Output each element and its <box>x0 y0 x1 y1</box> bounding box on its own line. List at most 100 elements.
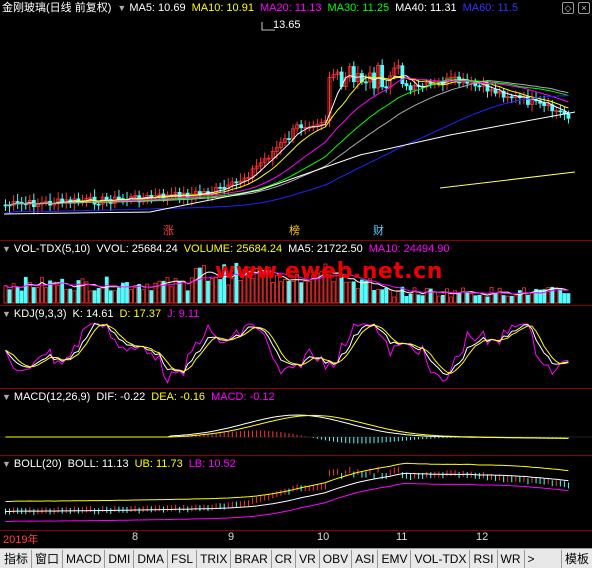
volume-bar <box>388 289 393 304</box>
volume-bar <box>485 296 490 304</box>
volume-bar <box>36 287 40 304</box>
volume-bar <box>331 281 336 304</box>
candle-body <box>380 64 385 88</box>
volume-bar <box>566 293 571 304</box>
volume-bar <box>501 295 506 304</box>
tab-wr[interactable]: WR <box>498 549 525 568</box>
volume-bar <box>104 276 109 304</box>
candle-body <box>299 124 304 129</box>
candle-body <box>364 81 368 84</box>
volume-legend: ▼ VOL-TDX(5,10) VVOL: 25684.24 VOLUME: 2… <box>2 241 456 257</box>
price-panel[interactable]: 金刚玻璃(日线 前复权) ▼ MA5: 10.69 MA10: 10.91 MA… <box>0 0 592 240</box>
candle-body <box>197 191 202 195</box>
volume-bar <box>177 281 182 304</box>
volume-bar <box>307 281 312 304</box>
tab-macd[interactable]: MACD <box>63 549 106 568</box>
volume-bar <box>550 286 555 304</box>
volume-bar <box>449 296 453 304</box>
kdj-k-line <box>5 322 569 376</box>
boll-legend: ▼ BOLL(20) BOLL: 11.13 UB: 11.73 LB: 10.… <box>2 456 242 472</box>
candle-body <box>566 113 571 119</box>
volume-bar <box>412 287 417 304</box>
volume-bar <box>157 280 162 304</box>
tab-vr[interactable]: VR <box>296 549 320 568</box>
volume-bar <box>517 290 522 304</box>
tab-vol-tdx[interactable]: VOL-TDX <box>411 549 471 568</box>
boll-panel[interactable]: ▼ BOLL(20) BOLL: 11.13 UB: 11.73 LB: 10.… <box>0 456 592 530</box>
candle-body <box>104 196 109 200</box>
ma30-label: MA30: 11.25 <box>327 2 390 14</box>
tab-asi[interactable]: ASI <box>352 549 379 568</box>
restore-icon[interactable]: ◇ <box>562 2 574 14</box>
tag-bang[interactable]: 榜 <box>289 222 300 238</box>
volume-bar <box>404 296 409 304</box>
chevron-down-icon[interactable]: ▼ <box>117 0 126 16</box>
volume-bar <box>206 280 210 304</box>
vvol-label: VVOL: 25684.24 <box>96 243 178 255</box>
tab-dma[interactable]: DMA <box>134 549 169 568</box>
tab-window[interactable]: 窗口 <box>32 549 64 568</box>
volume-bar <box>461 287 466 304</box>
chevron-down-icon[interactable]: ▼ <box>2 241 11 257</box>
ma-extra-line <box>439 171 576 189</box>
candle-body <box>218 187 223 189</box>
boll-lb-line <box>5 482 569 522</box>
tab-trix[interactable]: TRIX <box>197 549 232 568</box>
tab-brar[interactable]: BRAR <box>231 549 272 568</box>
axis-label-sep: 9 <box>228 531 235 543</box>
macd-panel[interactable]: ▼ MACD(12,26,9) DIF: -0.22 DEA: -0.16 MA… <box>0 389 592 455</box>
volume-bar <box>108 290 113 304</box>
tab-indicator[interactable]: 指标 <box>0 549 33 568</box>
volume-panel[interactable]: ▼ VOL-TDX(5,10) VVOL: 25684.24 VOLUME: 2… <box>0 241 592 305</box>
tab-fsl[interactable]: FSL <box>168 549 198 568</box>
volume-bar <box>149 290 154 304</box>
vol-ma5-label: MA5: 21722.50 <box>288 243 363 255</box>
tab-cr[interactable]: CR <box>272 549 297 568</box>
volume-bar <box>343 281 348 304</box>
chevron-down-icon[interactable]: ▼ <box>2 456 11 472</box>
tab-scroll-right-button[interactable]: > <box>525 550 538 568</box>
volume-bar <box>64 289 69 304</box>
close-icon[interactable]: × <box>578 2 590 14</box>
volume-bar <box>23 276 28 304</box>
ma5-line <box>5 74 569 206</box>
volume-bar <box>538 289 542 304</box>
candle-body <box>428 82 433 85</box>
macd-legend: ▼ MACD(12,26,9) DIF: -0.22 DEA: -0.16 MA… <box>2 389 281 405</box>
volume-bar <box>473 295 478 304</box>
tab-obv[interactable]: OBV <box>320 549 353 568</box>
volume-bar <box>562 293 567 304</box>
candle-body <box>408 85 413 91</box>
volume-bar <box>129 288 133 304</box>
chevron-down-icon[interactable]: ▼ <box>2 306 11 322</box>
volume-bar <box>299 282 304 304</box>
volume-bar <box>457 293 462 304</box>
tag-zhang[interactable]: 涨 <box>163 222 174 238</box>
volume-bar <box>197 267 202 304</box>
tab-dmi[interactable]: DMI <box>105 549 135 568</box>
candle-body <box>234 181 239 184</box>
kdj-panel[interactable]: ▼ KDJ(9,3,3) K: 14.61 D: 17.37 J: 9.11 <box>0 306 592 388</box>
candle-body <box>222 187 227 190</box>
ma10-label: MA10: 10.91 <box>191 2 254 14</box>
macd-dea-label: DEA: -0.16 <box>151 391 206 403</box>
tab-emv[interactable]: EMV <box>378 549 412 568</box>
volume-bar <box>278 281 283 304</box>
tab-rsi[interactable]: RSI <box>470 549 498 568</box>
candle-body <box>509 96 514 99</box>
price-legend: 金刚玻璃(日线 前复权) ▼ MA5: 10.69 MA10: 10.91 MA… <box>2 0 524 16</box>
volume-bar <box>52 281 56 304</box>
tab-template[interactable]: 模板 <box>560 549 592 568</box>
boll-mid-label: BOLL: 11.13 <box>67 458 129 470</box>
volume-bar <box>202 264 206 304</box>
volume-bar <box>210 278 214 304</box>
chevron-down-icon[interactable]: ▼ <box>2 389 11 405</box>
kdj-legend: ▼ KDJ(9,3,3) K: 14.61 D: 17.37 J: 9.11 <box>2 306 205 322</box>
candle-body <box>493 89 498 94</box>
volume-bar <box>396 290 401 304</box>
tag-cai[interactable]: 财 <box>373 222 384 238</box>
volume-bar <box>291 280 295 304</box>
ma20-label: MA20: 11.13 <box>259 2 322 14</box>
volume-bar <box>303 280 308 304</box>
volume-bar <box>226 284 231 304</box>
